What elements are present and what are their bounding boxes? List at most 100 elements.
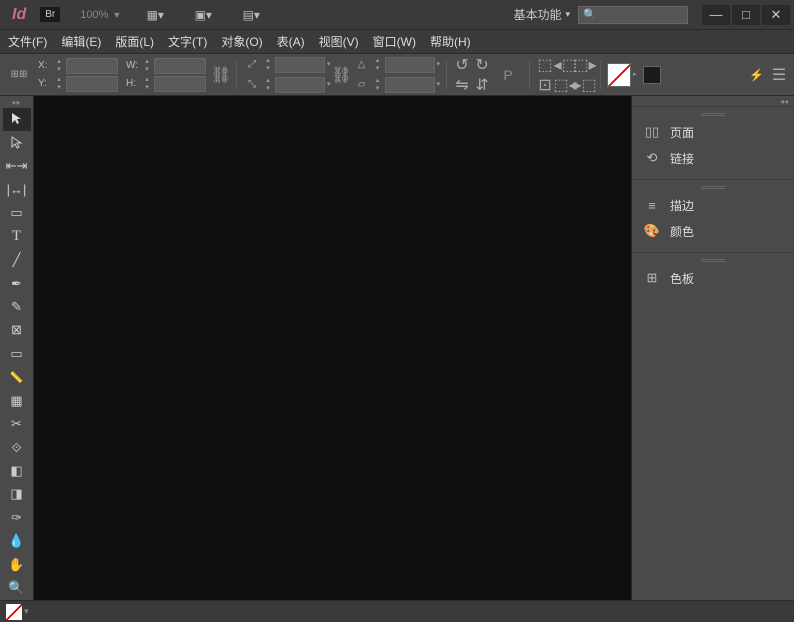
size-group: W: ▴▾ H: ▴▾ — [126, 58, 206, 92]
scale-x-dropdown[interactable]: ▾ — [327, 61, 331, 69]
menu-object[interactable]: 对象(O) — [221, 33, 262, 50]
panel-gripper[interactable] — [632, 111, 794, 117]
quick-apply-icon[interactable]: ⚡ — [749, 68, 764, 82]
hand-tool[interactable]: ✋ — [3, 553, 31, 576]
document-canvas[interactable] — [34, 96, 632, 600]
close-button[interactable]: ✕ — [762, 5, 790, 25]
panel-stroke[interactable]: ≡ 描边 — [632, 192, 794, 218]
toolbox-expand-icon[interactable]: ▸▸ — [0, 98, 33, 108]
status-dropdown-icon[interactable]: ▾ — [24, 606, 29, 617]
minimize-button[interactable]: — — [702, 5, 730, 25]
y-label: Y: — [38, 78, 52, 89]
note-tool[interactable]: ✑ — [3, 506, 31, 529]
menu-type[interactable]: 文字(T) — [168, 33, 207, 50]
constrain-proportions-icon[interactable]: ⛓ — [212, 66, 230, 84]
shear-input[interactable] — [385, 77, 435, 93]
select-last-icon[interactable]: ▸⬚ — [576, 76, 594, 94]
y-input[interactable] — [66, 76, 118, 92]
scale-y-input[interactable] — [275, 77, 325, 93]
pen-tool[interactable]: ✒ — [3, 272, 31, 295]
grid-tool[interactable]: ▦ — [3, 389, 31, 412]
shear-icon: ▱ — [353, 76, 371, 94]
gradient-feather-tool[interactable]: ◨ — [3, 483, 31, 506]
flip-v-icon[interactable]: ⇵ — [473, 76, 491, 94]
shear-dropdown[interactable]: ▾ — [437, 81, 441, 89]
menu-edit[interactable]: 编辑(E) — [61, 33, 101, 50]
arrange-docs-icon[interactable]: ▤▾ — [237, 5, 265, 25]
scale-y-icon: ⤡ — [243, 76, 261, 94]
fill-swatch[interactable] — [607, 63, 631, 87]
link-scale-icon[interactable]: ⛓ — [333, 66, 351, 84]
w-stepper[interactable]: ▴▾ — [142, 58, 152, 74]
panel-swatches[interactable]: ⊞ 色板 — [632, 265, 794, 291]
menu-file[interactable]: 文件(F) — [8, 33, 47, 50]
rotate-dropdown[interactable]: ▾ — [437, 61, 441, 69]
panel-links[interactable]: ⟲ 链接 — [632, 145, 794, 171]
menu-help[interactable]: 帮助(H) — [430, 33, 471, 50]
scissors-tool[interactable]: ✂ — [3, 412, 31, 435]
screen-mode-icon[interactable]: ▣▾ — [189, 5, 217, 25]
menubar: 文件(F) 编辑(E) 版面(L) 文字(T) 对象(O) 表(A) 视图(V)… — [0, 30, 794, 54]
line-tool[interactable]: ╱ — [3, 248, 31, 271]
search-input[interactable]: 🔍 — [578, 6, 688, 24]
w-input[interactable] — [154, 58, 206, 74]
rotate-input[interactable] — [385, 57, 435, 73]
panel-pages[interactable]: ▯▯ 页面 — [632, 119, 794, 145]
links-icon: ⟲ — [644, 150, 660, 166]
maximize-button[interactable]: □ — [732, 5, 760, 25]
stroke-swatch[interactable] — [643, 66, 661, 84]
content-collector-tool[interactable]: ▭ — [3, 202, 31, 225]
direct-selection-tool[interactable] — [3, 131, 31, 154]
rotate-flip-group: ↺ ↻ ⇋ ⇵ — [453, 56, 491, 94]
shear-stepper[interactable]: ▴▾ — [373, 77, 383, 93]
bridge-badge[interactable]: Br — [40, 7, 60, 22]
gradient-swatch-tool[interactable]: ◧ — [3, 459, 31, 482]
select-first-icon[interactable]: ⬚◂ — [556, 76, 574, 94]
zoom-level[interactable]: 100% — [80, 9, 108, 21]
control-menu-icon[interactable]: ☰ — [770, 66, 788, 84]
measure-tool[interactable]: 📏 — [3, 366, 31, 389]
h-stepper[interactable]: ▴▾ — [142, 76, 152, 92]
select-container-icon[interactable]: ⬚ — [536, 56, 554, 74]
zoom-tool[interactable]: 🔍 — [3, 577, 31, 600]
y-stepper[interactable]: ▴▾ — [54, 76, 64, 92]
reference-point-icon[interactable]: ⊞⊞ — [6, 66, 32, 84]
panel-gripper[interactable] — [632, 184, 794, 190]
flip-h-icon[interactable]: ⇋ — [453, 76, 471, 94]
rotate-stepper[interactable]: ▴▾ — [373, 57, 383, 73]
menu-layout[interactable]: 版面(L) — [115, 33, 154, 50]
select-next-icon[interactable]: ⬚▸ — [576, 56, 594, 74]
panel-gripper[interactable] — [632, 257, 794, 263]
scale-x-stepper[interactable]: ▴▾ — [263, 57, 273, 73]
pencil-tool[interactable]: ✎ — [3, 295, 31, 318]
select-prev-icon[interactable]: ◂⬚ — [556, 56, 574, 74]
free-transform-tool[interactable]: ⟐ — [3, 436, 31, 459]
x-input[interactable] — [66, 58, 118, 74]
status-fill-swatch[interactable] — [6, 604, 22, 620]
gap-tool[interactable]: |↔| — [3, 178, 31, 201]
menu-window[interactable]: 窗口(W) — [373, 33, 416, 50]
scale-x-input[interactable] — [275, 57, 325, 73]
rotate-cw-icon[interactable]: ↻ — [473, 56, 491, 74]
scale-y-stepper[interactable]: ▴▾ — [263, 77, 273, 93]
panel-color[interactable]: 🎨 颜色 — [632, 218, 794, 244]
rotate-ccw-icon[interactable]: ↺ — [453, 56, 471, 74]
h-input[interactable] — [154, 76, 206, 92]
scale-y-dropdown[interactable]: ▾ — [327, 81, 331, 89]
selection-tool[interactable] — [3, 108, 31, 131]
rectangle-tool[interactable]: ▭ — [3, 342, 31, 365]
type-tool[interactable]: T — [3, 225, 31, 248]
page-tool[interactable]: ⇤⇥ — [3, 155, 31, 178]
panel-collapse-bar[interactable]: ◂◂ — [632, 96, 794, 106]
menu-table[interactable]: 表(A) — [277, 33, 305, 50]
eyedropper-tool[interactable]: 💧 — [3, 530, 31, 553]
view-option-1-icon[interactable]: ▦▾ — [141, 5, 169, 25]
workspace-selector[interactable]: 基本功能 ▾ — [513, 6, 570, 23]
fill-dropdown-icon[interactable]: ▸ — [633, 71, 637, 79]
panel-group-1: ▯▯ 页面 ⟲ 链接 — [632, 106, 794, 179]
rectangle-frame-tool[interactable]: ⊠ — [3, 319, 31, 342]
x-stepper[interactable]: ▴▾ — [54, 58, 64, 74]
select-content-icon[interactable]: ⊡ — [536, 76, 554, 94]
menu-view[interactable]: 视图(V) — [319, 33, 359, 50]
zoom-dropdown-icon[interactable]: ▼ — [112, 10, 121, 20]
